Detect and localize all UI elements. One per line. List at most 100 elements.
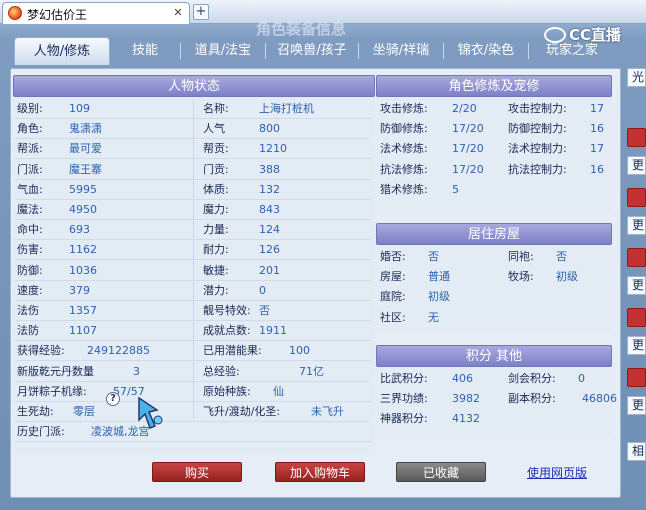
status-divider <box>193 99 194 419</box>
side-red-marker <box>627 128 646 147</box>
add-to-cart-button[interactable]: 加入购物车 <box>275 462 365 482</box>
field-label: 名称: <box>203 102 229 115</box>
field-value: 249122885 <box>87 344 150 358</box>
field-value: 1107 <box>69 324 97 338</box>
field-value: 17/20 <box>452 142 484 156</box>
field-label: 门派: <box>17 162 43 176</box>
field-value: 800 <box>259 122 280 136</box>
field-value: 1162 <box>69 243 97 257</box>
tab-outfits[interactable]: 锦衣/染色 <box>444 37 528 65</box>
tab-home[interactable]: 玩家之家 <box>529 37 615 65</box>
field-value: 3 <box>133 364 140 378</box>
field-label: 总经验: <box>203 364 240 378</box>
field-value: 109 <box>69 102 90 115</box>
field-value: 16 <box>590 162 604 176</box>
field-value: 17 <box>590 142 604 156</box>
field-label: 社区: <box>380 310 406 324</box>
app-favicon-icon <box>8 6 22 20</box>
field-label: 体质: <box>203 182 229 196</box>
field-value: 4132 <box>452 412 480 426</box>
field-value: 仙 <box>273 384 284 398</box>
game-cursor-icon <box>138 396 163 429</box>
field-value: 132 <box>259 182 280 196</box>
field-label: 三界功绩: <box>380 392 428 406</box>
cultivation-panel-title: 角色修炼及宠修 <box>376 75 612 97</box>
field-value: 71亿 <box>299 364 324 378</box>
status-panel-title: 人物状态 <box>13 75 375 97</box>
browser-tab[interactable]: 梦幻估价王 ✕ <box>2 2 190 24</box>
field-label: 帮派: <box>17 142 43 156</box>
cultivation-panel: 角色修炼及宠修 攻击修炼: 2/20 攻击控制力: 17 防御修炼: 17/20 防御控制力… <box>376 75 612 211</box>
field-value: 379 <box>69 283 90 297</box>
field-label: 法术控制力: <box>508 142 567 156</box>
field-value: 17 <box>590 102 604 115</box>
field-label: 帮贡: <box>203 142 229 156</box>
field-value: 17/20 <box>452 162 484 176</box>
tab-items[interactable]: 道具/法宝 <box>181 37 265 65</box>
field-label: 月饼粽子机缘: <box>17 384 87 398</box>
content-panel: 人物状态 级别: 109 名称: 上海打桩机 角色: 鬼潇潇 人气 800 帮派: 最可爱 帮贡: 1… <box>10 68 621 498</box>
field-label: 命中: <box>17 223 43 237</box>
field-label: 副本积分: <box>508 392 556 406</box>
field-label: 生死劫: <box>17 405 54 418</box>
field-value: 否 <box>556 250 567 263</box>
field-label: 飞升/渡劫/化圣: <box>203 405 281 418</box>
field-label: 力量: <box>203 223 229 237</box>
main-nav: 人物/修炼 技能 道具/法宝 召唤兽/孩子 坐骑/祥瑞 锦衣/染色 玩家之家 <box>14 37 620 66</box>
field-label: 法防 <box>17 324 39 338</box>
field-label: 防御修炼: <box>380 122 428 136</box>
web-version-link[interactable]: 使用网页版 <box>527 464 587 481</box>
field-label: 伤害: <box>17 243 43 257</box>
tab-skills[interactable]: 技能 <box>110 37 180 65</box>
tab-mounts[interactable]: 坐骑/祥瑞 <box>359 37 443 65</box>
side-more-button[interactable]: 更 <box>627 276 646 295</box>
field-label: 新版乾元丹数量 <box>17 364 94 378</box>
help-icon[interactable]: ? <box>106 392 120 406</box>
field-label: 靓号特效: <box>203 304 251 317</box>
field-value: 3982 <box>452 392 480 406</box>
row-divider <box>15 441 371 443</box>
new-tab-button[interactable]: + <box>193 4 209 20</box>
house-panel-title: 居住房屋 <box>376 223 612 245</box>
side-more-button[interactable]: 更 <box>627 156 646 175</box>
field-label: 敏捷: <box>203 263 229 277</box>
side-red-marker <box>627 368 646 387</box>
field-value: 1357 <box>69 304 97 317</box>
field-label: 庭院: <box>380 290 406 304</box>
field-value: 4950 <box>69 203 97 216</box>
browser-tab-title: 梦幻估价王 <box>27 8 88 22</box>
status-panel: 人物状态 级别: 109 名称: 上海打桩机 角色: 鬼潇潇 人气 800 帮派: 最可爱 帮贡: 1… <box>13 75 375 455</box>
field-value: 普通 <box>428 270 450 284</box>
field-value: 否 <box>428 250 439 263</box>
field-value: 17/20 <box>452 122 484 136</box>
field-label: 婚否: <box>380 250 406 263</box>
side-button-bottom[interactable]: 相 <box>627 442 646 461</box>
field-label: 防御: <box>17 263 43 277</box>
tab-pets[interactable]: 召唤兽/孩子 <box>266 37 358 65</box>
field-label: 法伤 <box>17 304 39 317</box>
buy-button[interactable]: 购买 <box>152 462 242 482</box>
field-value: 5995 <box>69 182 97 196</box>
field-label: 原始种族: <box>203 384 251 398</box>
game-window: 梦幻估价王 ✕ + 角色装备信息 CC直播 人物/修炼 技能 道具/法宝 召唤兽… <box>0 0 646 510</box>
side-red-marker <box>627 248 646 267</box>
field-label: 获得经验: <box>17 344 65 358</box>
field-label: 速度: <box>17 283 43 297</box>
field-label: 级别: <box>17 102 43 115</box>
score-panel-title: 积分 其他 <box>376 345 612 367</box>
field-value: 843 <box>259 203 280 216</box>
collected-button[interactable]: 已收藏 <box>396 462 486 482</box>
side-button-top[interactable]: 光 <box>627 68 646 87</box>
field-value: 否 <box>259 304 270 317</box>
field-label: 成就点数: <box>203 324 251 338</box>
side-more-button[interactable]: 更 <box>627 336 646 355</box>
side-more-button[interactable]: 更 <box>627 396 646 415</box>
field-label: 猎术修炼: <box>380 182 428 196</box>
side-more-button[interactable]: 更 <box>627 216 646 235</box>
field-value: 鬼潇潇 <box>69 122 102 136</box>
field-value: 126 <box>259 243 280 257</box>
field-value: 693 <box>69 223 90 237</box>
close-tab-icon[interactable]: ✕ <box>172 6 184 19</box>
tab-character[interactable]: 人物/修炼 <box>14 37 110 65</box>
field-value: 2/20 <box>452 102 477 115</box>
